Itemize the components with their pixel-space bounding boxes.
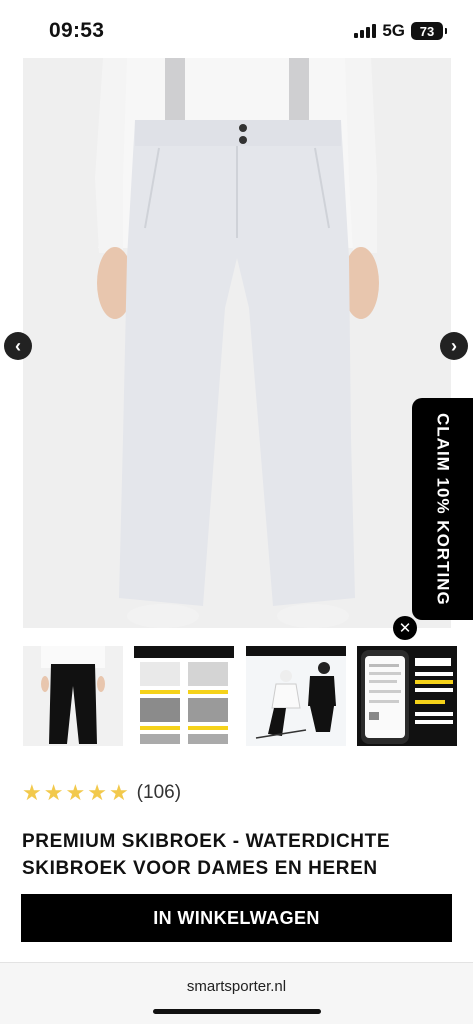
close-promo-button[interactable]: ✕ <box>393 616 417 640</box>
home-indicator <box>153 1009 321 1014</box>
thumbnail-black-pants[interactable] <box>23 646 123 746</box>
signal-icon <box>354 24 377 38</box>
close-icon: ✕ <box>398 620 412 637</box>
add-to-cart-button[interactable]: IN WINKELWAGEN <box>21 894 452 942</box>
ski-pants-illustration <box>23 58 451 628</box>
thumbnail-skiers[interactable] <box>246 646 346 746</box>
status-time: 09:53 <box>49 19 105 42</box>
network-type: 5G <box>382 21 405 40</box>
product-title-line-2: SKIBROEK VOOR DAMES EN HEREN <box>22 858 378 879</box>
star-icon: ★ <box>22 780 42 805</box>
star-icon: ★ <box>43 780 64 805</box>
chevron-right-icon: › <box>451 335 457 356</box>
battery-icon: 73 <box>411 22 447 40</box>
claim-discount-tab[interactable]: CLAIM 10% KORTING <box>412 398 473 620</box>
status-icons: 5G 73 <box>354 21 447 41</box>
carousel-next-button[interactable]: › <box>440 332 468 360</box>
star-icon: ★ <box>108 780 129 805</box>
battery-level: 73 <box>419 23 435 39</box>
browser-address-bar[interactable]: smartsporter.nl <box>0 962 473 1024</box>
product-rating[interactable]: ★ ★ ★ ★ ★ (106) <box>22 782 181 804</box>
carousel-prev-button[interactable]: ‹ <box>4 332 32 360</box>
status-bar: 09:53 5G 73 <box>0 0 473 58</box>
product-title: PREMIUM SKIBROEK - WATERDICHTE SKIBROEK … <box>22 828 442 882</box>
thumbnail-strip <box>23 646 473 748</box>
star-icon: ★ <box>87 780 107 805</box>
product-title-line-1: PREMIUM SKIBROEK - WATERDICHTE <box>22 831 391 852</box>
chevron-left-icon: ‹ <box>15 335 21 356</box>
claim-discount-label: CLAIM 10% KORTING <box>433 412 453 606</box>
product-main-image[interactable] <box>23 58 451 628</box>
star-icon: ★ <box>65 780 86 805</box>
url-label[interactable]: smartsporter.nl <box>0 978 473 995</box>
thumbnail-reviews[interactable] <box>357 646 457 746</box>
thumbnail-features[interactable] <box>134 646 234 746</box>
rating-count: (106) <box>136 782 182 803</box>
